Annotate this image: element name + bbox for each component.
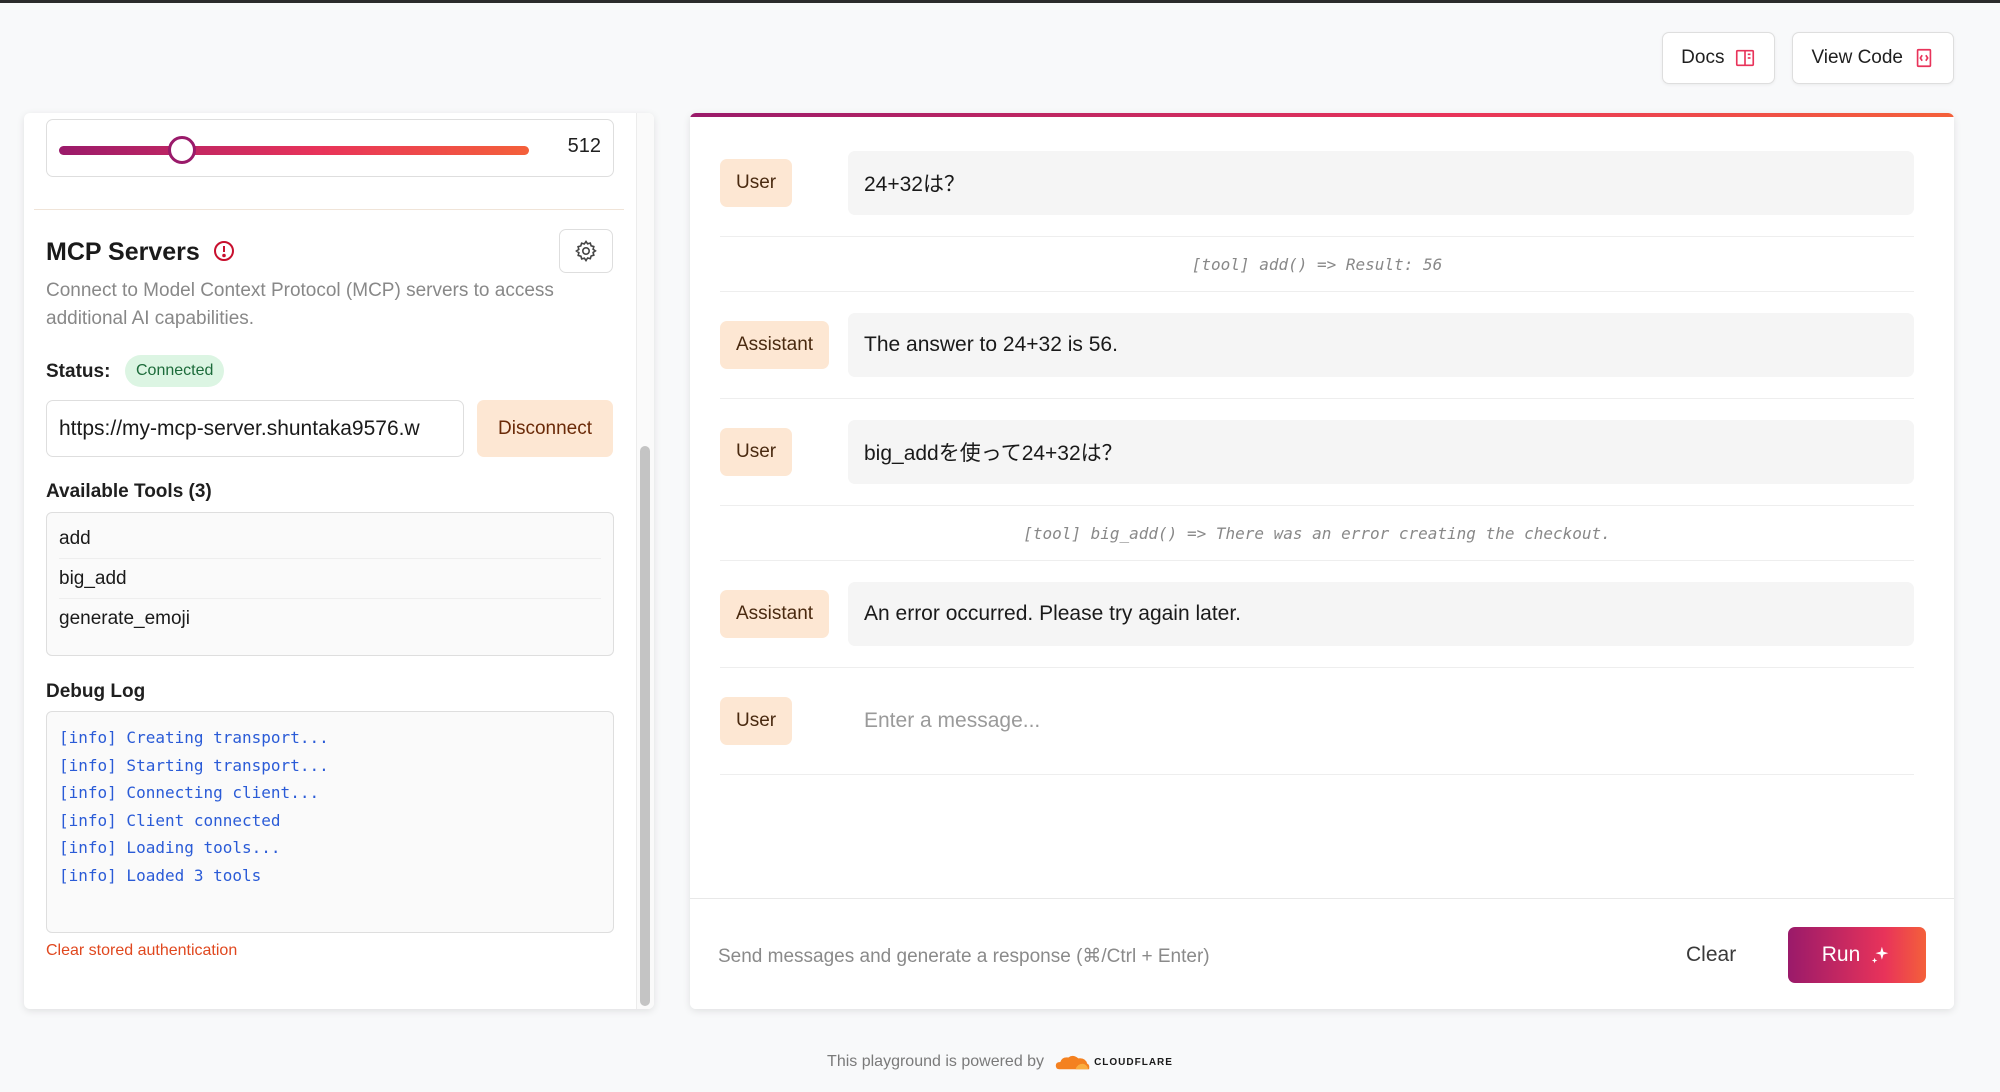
- footer-hint: Send messages and generate a response (⌘…: [718, 946, 1210, 967]
- section-divider: [34, 209, 624, 210]
- mcp-description: Connect to Model Context Protocol (MCP) …: [46, 280, 554, 329]
- view-code-button[interactable]: View Code: [1792, 32, 1954, 84]
- message-row: Assistant An error occurred. Please try …: [720, 582, 1914, 668]
- message-content[interactable]: 24+32は？: [848, 151, 1914, 215]
- message-content[interactable]: An error occurred. Please try again late…: [848, 582, 1914, 646]
- mcp-servers-title: MCP Servers: [46, 238, 200, 266]
- message-row: Assistant The answer to 24+32 is 56.: [720, 313, 1914, 399]
- disconnect-button[interactable]: Disconnect: [477, 400, 613, 457]
- mcp-settings-button[interactable]: [559, 229, 613, 273]
- powered-by: This playground is powered by CLOUDFLARE: [0, 1053, 2000, 1071]
- tool-item: add: [59, 519, 601, 559]
- status-badge: Connected: [125, 355, 225, 387]
- max-tokens-slider-box: 512: [46, 119, 614, 177]
- log-line: [info] Creating transport...: [59, 728, 329, 747]
- powered-by-text: This playground is powered by: [827, 1053, 1045, 1070]
- tool-result-row: [tool] big_add() => There was an error c…: [720, 507, 1914, 561]
- cloud-icon: [1055, 1055, 1090, 1070]
- run-label: Run: [1821, 943, 1861, 966]
- cloudflare-wordmark: CLOUDFLARE: [1094, 1056, 1173, 1068]
- role-pill[interactable]: Assistant: [720, 321, 830, 369]
- server-url-input[interactable]: [46, 400, 464, 457]
- tool-item: big_add: [59, 559, 601, 599]
- clear-auth-link[interactable]: Clear stored authentication: [46, 942, 237, 960]
- alert-circle-icon[interactable]: [212, 239, 236, 263]
- role-pill[interactable]: Assistant: [720, 590, 830, 638]
- sparkle-icon: [1872, 946, 1889, 964]
- message-content[interactable]: The answer to 24+32 is 56.: [848, 313, 1914, 377]
- cloudflare-logo[interactable]: CLOUDFLARE: [1054, 1053, 1173, 1071]
- gear-icon: [575, 240, 597, 262]
- status-label: Status:: [46, 361, 111, 382]
- message-row: User big_addを使って24+32は？: [720, 420, 1914, 506]
- message-input[interactable]: [848, 689, 1914, 753]
- docs-button[interactable]: Docs: [1662, 32, 1776, 84]
- clear-button[interactable]: Clear: [1674, 931, 1748, 979]
- role-pill[interactable]: User: [720, 697, 793, 745]
- docs-label: Docs: [1681, 47, 1725, 68]
- new-message-row: User: [720, 689, 1914, 775]
- log-line: [info] Starting transport...: [59, 755, 329, 775]
- view-code-label: View Code: [1811, 47, 1903, 68]
- tool-result-text: [tool] big_add() => There was an error c…: [1023, 524, 1611, 543]
- log-line: [info] Client connected: [59, 810, 281, 830]
- log-line: [info] Loading tools...: [59, 838, 281, 857]
- log-line: [info] Loaded 3 tools: [59, 865, 262, 885]
- message-content[interactable]: big_addを使って24+32は？: [848, 420, 1914, 484]
- debug-log-title: Debug Log: [46, 681, 146, 702]
- code-file-icon: [1916, 48, 1932, 68]
- tool-item: generate_emoji: [59, 608, 190, 629]
- slider-handle[interactable]: [168, 136, 196, 164]
- book-icon: [1736, 49, 1755, 67]
- top-actions: Docs View Code: [1662, 32, 1954, 84]
- role-pill[interactable]: User: [720, 159, 793, 207]
- available-tools-title: Available Tools (3): [46, 481, 212, 502]
- tool-result-text: [tool] add() => Result: 56: [1191, 255, 1443, 274]
- settings-panel: 512 MCP Servers Connect to Model Context…: [24, 113, 654, 1009]
- chat-footer: Send messages and generate a response (⌘…: [690, 898, 1954, 1009]
- tools-list: add big_add generate_emoji: [46, 512, 614, 656]
- chat-panel: User 24+32は？ [tool] add() => Result: 56 …: [690, 113, 1954, 1009]
- role-pill[interactable]: User: [720, 428, 793, 476]
- slider-value: 512: [567, 135, 601, 157]
- log-line: [info] Connecting client...: [59, 783, 320, 802]
- tool-result-row: [tool] add() => Result: 56: [720, 238, 1914, 292]
- scrollbar-thumb[interactable]: [640, 446, 650, 1006]
- slider-track[interactable]: [59, 146, 529, 155]
- accent-bar: [690, 113, 1954, 117]
- debug-log: [info] Creating transport... [info] Star…: [46, 711, 614, 933]
- run-button[interactable]: Run: [1788, 927, 1926, 983]
- message-row: User 24+32は？: [720, 151, 1914, 237]
